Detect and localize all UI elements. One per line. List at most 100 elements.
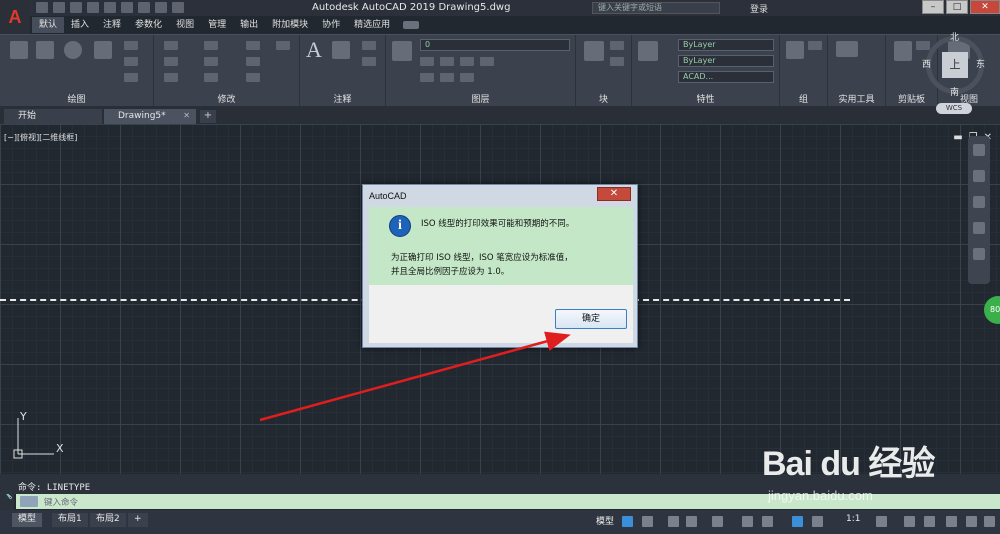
save-icon[interactable] [70, 2, 82, 13]
close-window-button[interactable]: ✕ [970, 0, 1000, 14]
minimize-button[interactable]: – [922, 0, 944, 14]
annotation-visibility-icon[interactable] [792, 516, 803, 527]
ribbon-toggle-icon[interactable] [403, 21, 420, 29]
tab-featured-apps[interactable]: 精选应用 [347, 17, 397, 33]
stretch-icon[interactable] [164, 73, 178, 82]
close-tab-icon[interactable]: ✕ [183, 109, 190, 123]
redo-icon[interactable] [155, 2, 167, 13]
new-file-icon[interactable] [36, 2, 48, 13]
login-button[interactable]: 登录 [750, 2, 768, 15]
cloud-icon[interactable] [104, 2, 116, 13]
steering-wheel-icon[interactable] [973, 144, 985, 156]
measure-icon[interactable] [836, 41, 858, 57]
ungroup-icon[interactable] [808, 41, 822, 50]
viewcube[interactable]: 上 北 南 东 西 WCS [920, 30, 994, 120]
create-block-icon[interactable] [610, 41, 624, 50]
tab-output[interactable]: 输出 [233, 17, 265, 33]
plus-icon[interactable] [904, 516, 915, 527]
auto-scale-icon[interactable] [812, 516, 823, 527]
hatch-icon[interactable] [124, 73, 138, 82]
model-space-button[interactable]: 模型 [596, 514, 614, 527]
trim-icon[interactable] [246, 41, 260, 50]
new-tab-button[interactable]: + [200, 110, 216, 123]
mirror-icon[interactable] [204, 57, 218, 66]
wcs-menu[interactable]: WCS [936, 103, 972, 114]
zoom-extents-icon[interactable] [973, 196, 985, 208]
polyline-icon[interactable] [36, 41, 54, 59]
fillet-icon[interactable] [246, 57, 260, 66]
linetype-dropdown[interactable]: ACAD... [678, 71, 774, 83]
panel-block-label[interactable]: 块 [576, 92, 631, 105]
erase-icon[interactable] [276, 41, 290, 50]
print-icon[interactable] [121, 2, 133, 13]
panel-utilities-label[interactable]: 实用工具 [828, 92, 885, 105]
hardware-accel-icon[interactable] [946, 516, 957, 527]
tab-view[interactable]: 视图 [169, 17, 201, 33]
tab-layout1[interactable]: 布局1 [52, 513, 88, 527]
scale-icon[interactable] [204, 73, 218, 82]
polar-icon[interactable] [686, 516, 697, 527]
command-prompt-icon[interactable] [20, 496, 38, 507]
line-icon[interactable] [10, 41, 28, 59]
object-snap-icon[interactable] [742, 516, 753, 527]
viewport-minimize-icon[interactable]: ▬ [953, 132, 962, 143]
panel-modify-label[interactable]: 修改 [154, 92, 299, 105]
dimension-icon[interactable] [332, 41, 350, 59]
layer-tool-icon[interactable] [440, 57, 454, 66]
viewcube-top-face[interactable]: 上 [942, 52, 968, 78]
workspace-gear-icon[interactable] [876, 516, 887, 527]
layer-tool-icon[interactable] [460, 73, 474, 82]
compass-south[interactable]: 南 [950, 85, 959, 98]
table-icon[interactable] [362, 57, 376, 66]
tab-drawing5[interactable]: Drawing5* ✕ [104, 109, 196, 124]
app-menu-button[interactable]: A [0, 0, 30, 34]
tab-manage[interactable]: 管理 [201, 17, 233, 33]
text-icon[interactable]: A [306, 37, 322, 63]
rotate-icon[interactable] [204, 41, 218, 50]
showmotion-icon[interactable] [973, 248, 985, 260]
isolate-icon[interactable] [924, 516, 935, 527]
match-properties-icon[interactable] [638, 41, 658, 61]
open-file-icon[interactable] [53, 2, 65, 13]
tab-parametric[interactable]: 参数化 [128, 17, 169, 33]
viewport-controls-label[interactable]: [−][俯视][二维线框] [4, 132, 77, 143]
isodraft-icon[interactable] [712, 516, 723, 527]
ortho-icon[interactable] [668, 516, 679, 527]
layer-tool-icon[interactable] [460, 57, 474, 66]
maximize-button[interactable]: □ [946, 0, 968, 14]
customize-menu-icon[interactable] [984, 516, 995, 527]
pan-icon[interactable] [973, 170, 985, 182]
layer-tool-icon[interactable] [440, 73, 454, 82]
compass-west[interactable]: 西 [922, 57, 931, 70]
orbit-icon[interactable] [973, 222, 985, 234]
dialog-close-button[interactable]: ✕ [597, 187, 631, 201]
layer-tool-icon[interactable] [480, 57, 494, 66]
rectangle-icon[interactable] [124, 41, 138, 50]
tab-addins[interactable]: 附加模块 [265, 17, 315, 33]
save-as-icon[interactable] [87, 2, 99, 13]
tab-layout2[interactable]: 布局2 [90, 513, 126, 527]
fullscreen-icon[interactable] [966, 516, 977, 527]
panel-layers-label[interactable]: 图层 [386, 92, 575, 105]
compass-north[interactable]: 北 [950, 30, 959, 43]
layer-dropdown[interactable]: 0 [420, 39, 570, 51]
layer-tool-icon[interactable] [420, 57, 434, 66]
panel-draw-label[interactable]: 绘图 [0, 92, 153, 105]
leader-icon[interactable] [362, 41, 376, 50]
insert-block-icon[interactable] [584, 41, 604, 61]
grid-icon[interactable] [622, 516, 633, 527]
ellipse-icon[interactable] [124, 57, 138, 66]
add-layout-button[interactable]: + [128, 513, 148, 527]
tab-collaborate[interactable]: 协作 [315, 17, 347, 33]
ok-button[interactable]: 确定 [555, 309, 627, 329]
move-icon[interactable] [164, 41, 178, 50]
array-icon[interactable] [246, 73, 260, 82]
tab-insert[interactable]: 插入 [64, 17, 96, 33]
panel-groups-label[interactable]: 组 [780, 92, 827, 105]
tab-annotate[interactable]: 注释 [96, 17, 128, 33]
compass-east[interactable]: 东 [976, 57, 985, 70]
tab-model[interactable]: 模型 [12, 513, 43, 527]
tab-start[interactable]: 开始 [4, 109, 102, 124]
search-input[interactable]: 键入关键字或短语 [592, 2, 720, 14]
panel-annotate-label[interactable]: 注释 [300, 92, 385, 105]
